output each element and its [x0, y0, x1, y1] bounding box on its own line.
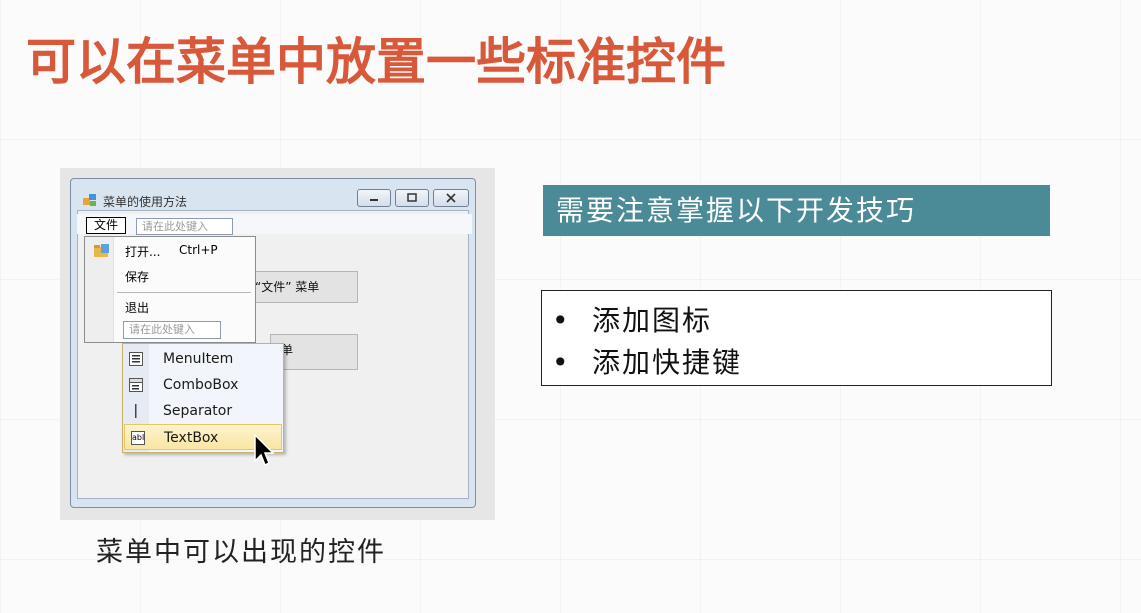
bullet-text: 添加快捷键: [592, 346, 743, 379]
bullet-dot: •: [552, 346, 571, 379]
bullet-dot: •: [552, 304, 571, 337]
window-title: 菜单的使用方法: [103, 195, 188, 209]
bullet-item: • 添加图标: [552, 299, 712, 339]
maximize-button[interactable]: [395, 189, 429, 207]
bullet-text: 添加图标: [592, 304, 713, 337]
combobox-icon: [129, 378, 143, 392]
minimize-icon: [370, 199, 378, 201]
popup-item-combobox[interactable]: ComboBox: [123, 372, 283, 398]
app-window-icon: [83, 194, 96, 206]
tips-bullet-list: • 添加图标 • 添加快捷键: [541, 290, 1052, 386]
popup-item-label: MenuItem: [163, 351, 234, 367]
screenshot-caption: 菜单中可以出现的控件: [96, 537, 386, 568]
minimize-button[interactable]: [357, 189, 391, 207]
menubar-type-here-input[interactable]: 请在此处键入: [136, 218, 233, 235]
maximize-icon: [407, 193, 417, 202]
popup-item-menuitem[interactable]: MenuItem: [123, 346, 283, 372]
menu-file[interactable]: 文件: [86, 217, 126, 234]
popup-item-label: TextBox: [164, 430, 219, 446]
menu-item-open[interactable]: 打开...: [125, 243, 160, 260]
popup-item-separator[interactable]: Separator: [123, 398, 283, 424]
menuitem-icon: [129, 352, 143, 366]
menu-item-exit[interactable]: 退出: [125, 299, 149, 316]
bullet-item: • 添加快捷键: [552, 341, 742, 381]
dropdown-type-here-input[interactable]: 请在此处键入: [123, 321, 221, 339]
form-button-1[interactable]: “文件” 菜单: [246, 271, 358, 303]
popup-item-label: Separator: [163, 403, 233, 419]
separator-icon: [135, 404, 137, 418]
textbox-icon: abl: [131, 431, 145, 445]
mouse-cursor-icon: [254, 433, 275, 467]
menu-separator: [117, 292, 251, 293]
slide-title: 可以在菜单中放置一些标准控件: [26, 33, 726, 91]
menu-item-save[interactable]: 保存: [125, 268, 149, 285]
file-dropdown-menu: 打开... Ctrl+P 保存 退出 请在此处键入: [84, 236, 256, 343]
close-button[interactable]: [433, 189, 469, 207]
popup-item-label: ComboBox: [163, 377, 239, 393]
folder-open-icon: [94, 244, 109, 257]
tips-header: 需要注意掌握以下开发技巧: [543, 185, 1050, 236]
menu-item-open-shortcut: Ctrl+P: [179, 243, 218, 257]
close-icon: [446, 193, 456, 203]
